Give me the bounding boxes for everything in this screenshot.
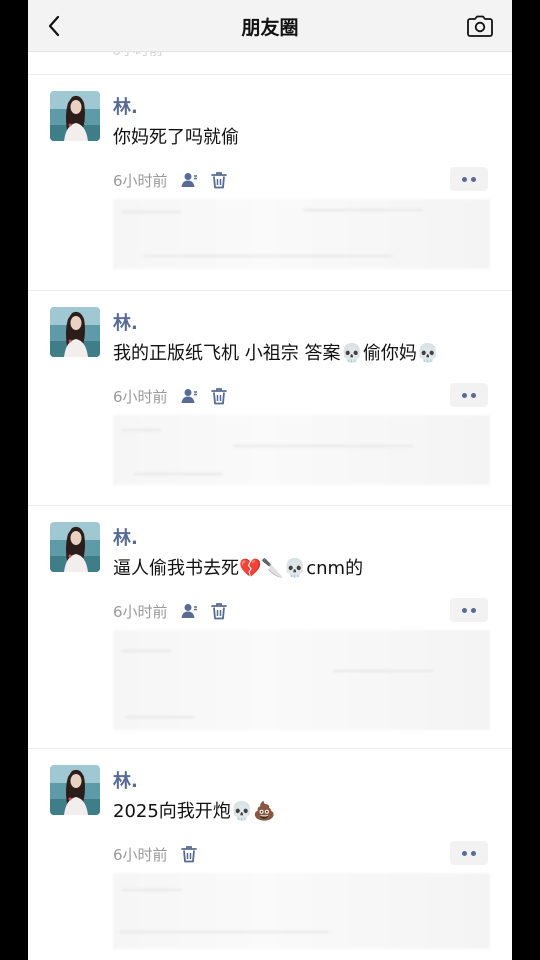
post-time: 6小时前	[113, 387, 168, 406]
post-text: 我的正版纸飞机 小祖宗 答案💀偷你妈💀	[113, 343, 440, 364]
trash-icon[interactable]	[208, 600, 230, 622]
more-dots-icon[interactable]	[450, 383, 488, 407]
person-visibility-icon[interactable]	[178, 385, 200, 407]
camera-icon	[467, 15, 493, 37]
poster-name[interactable]: 林.	[113, 524, 138, 550]
post-time: 6小时前	[113, 602, 168, 621]
post-time: 6小时前	[113, 171, 168, 190]
post-text: 你妈死了吗就偷	[113, 127, 239, 148]
blurred-comment-area	[113, 630, 490, 730]
avatar[interactable]	[50, 307, 100, 357]
post-text: 逼人偷我书去死💔🔪💀cnm的	[113, 558, 364, 579]
moments-page: 朋友圈 6小时前 林. 你妈死了吗就偷 6小时前	[28, 0, 512, 960]
trash-icon[interactable]	[208, 169, 230, 191]
more-dots-icon[interactable]	[450, 841, 488, 865]
avatar[interactable]	[50, 91, 100, 141]
poster-name[interactable]: 林.	[113, 309, 138, 335]
avatar[interactable]	[50, 522, 100, 572]
blurred-comment-area	[113, 199, 490, 269]
avatar[interactable]	[50, 765, 100, 815]
trash-icon[interactable]	[208, 385, 230, 407]
person-visibility-icon[interactable]	[178, 169, 200, 191]
more-dots-icon[interactable]	[450, 598, 488, 622]
page-title: 朋友圈	[241, 17, 299, 39]
blurred-comment-area	[113, 415, 490, 485]
poster-name[interactable]: 林.	[113, 93, 138, 119]
moment-post: 林. 2025向我开炮💀💩 6小时前	[28, 748, 512, 960]
poster-name[interactable]: 林.	[113, 767, 138, 793]
more-dots-icon[interactable]	[450, 167, 488, 191]
navbar: 朋友圈	[28, 0, 512, 52]
moment-post: 林. 逼人偷我书去死💔🔪💀cnm的 6小时前	[28, 505, 512, 749]
camera-button[interactable]	[464, 12, 496, 40]
person-visibility-icon[interactable]	[178, 600, 200, 622]
blurred-comment-area	[113, 873, 490, 949]
post-time: 6小时前	[113, 845, 168, 864]
moment-post: 林. 你妈死了吗就偷 6小时前	[28, 74, 512, 290]
moment-post: 林. 我的正版纸飞机 小祖宗 答案💀偷你妈💀 6小时前	[28, 290, 512, 506]
post-text: 2025向我开炮💀💩	[113, 801, 276, 822]
trash-icon[interactable]	[178, 843, 200, 865]
